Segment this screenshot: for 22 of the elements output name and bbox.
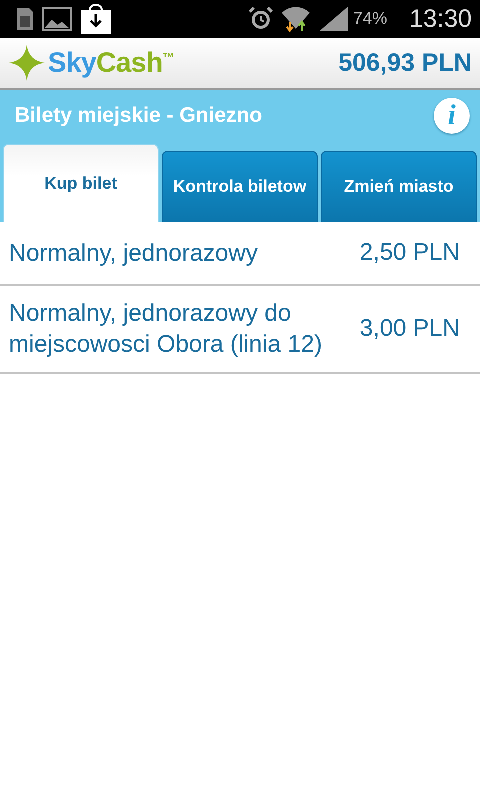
wifi-icon	[281, 5, 312, 33]
ticket-row[interactable]: Normalny, jednorazowy do miejscowosci Obora (linia 12) 3,00 PLN	[0, 286, 480, 374]
sim-card-icon	[16, 7, 34, 31]
battery-percent: 74%	[353, 9, 388, 29]
tab[interactable]: Kontrola biletow	[162, 151, 318, 222]
ticket-name: Normalny, jednorazowy do miejscowosci Obora (linia 12)	[9, 299, 324, 360]
star-logo-icon	[8, 44, 46, 82]
image-icon	[42, 7, 72, 31]
signal-icon	[319, 6, 350, 32]
info-button[interactable]: i	[434, 98, 470, 134]
tab[interactable]: Zmień miasto	[321, 151, 477, 222]
logo-wordmark: SkyCash$^{™}$	[48, 47, 174, 79]
clock: 13:30	[409, 4, 472, 34]
account-balance: 506,93 PLN	[338, 48, 472, 78]
ticket-price: 2,50 PLN	[360, 239, 460, 267]
ticket-price: 3,00 PLN	[360, 315, 460, 343]
ticket-row[interactable]: Normalny, jednorazowy 2,50 PLN	[0, 222, 480, 286]
page-title: Bilety miejskie - Gniezno	[15, 104, 262, 128]
tab[interactable]: Kup bilet	[3, 144, 159, 222]
alarm-clock-icon	[249, 7, 274, 31]
download-icon	[80, 4, 112, 34]
ticket-name: Normalny, jednorazowy	[9, 238, 259, 268]
